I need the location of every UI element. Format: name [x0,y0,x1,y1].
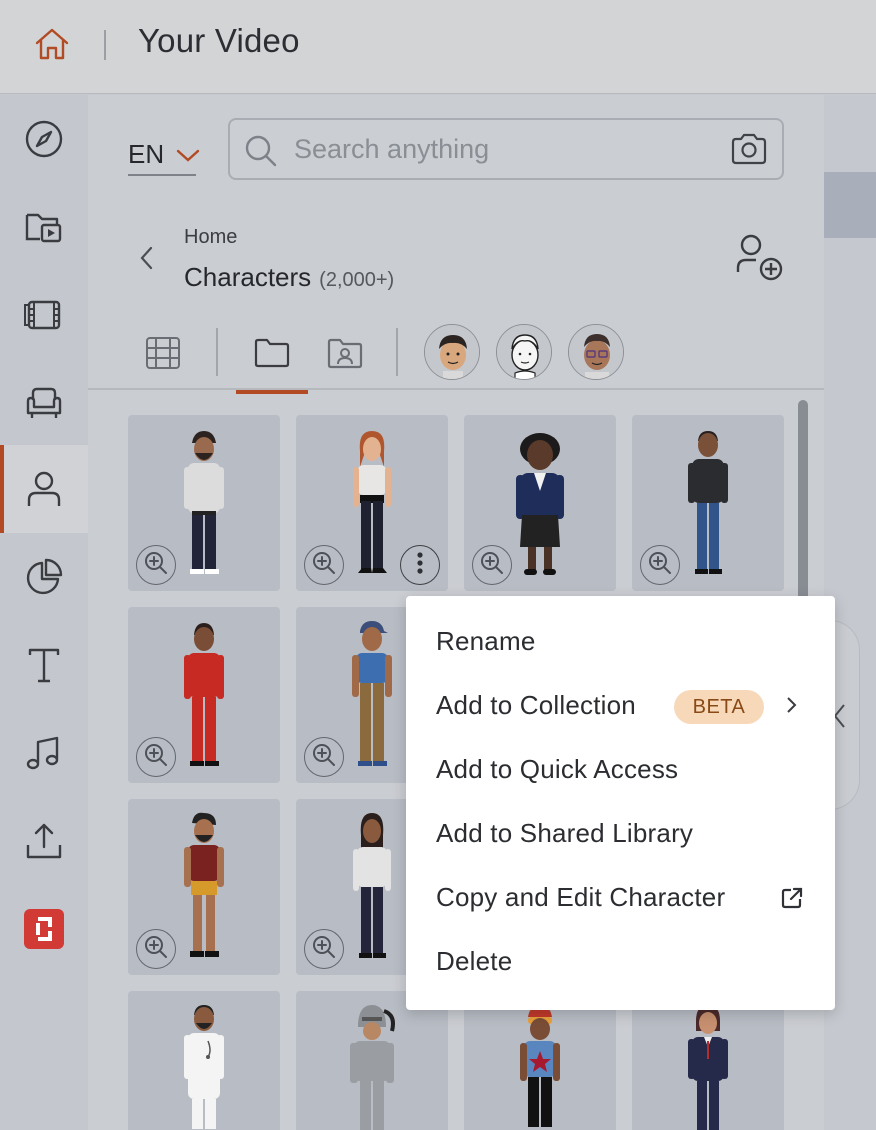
style-avatar-1[interactable] [424,324,480,380]
style-avatar-2[interactable] [496,324,552,380]
folder-video-icon [24,207,64,247]
top-bar: Your Video [0,0,876,94]
language-value: EN [128,138,165,169]
tab-my-characters[interactable] [320,322,370,388]
zoom-in-icon [143,742,169,773]
view-tabs [88,322,824,394]
home-button[interactable] [30,24,74,68]
menu-item-add-to-quick-access[interactable]: Add to Quick Access [436,754,678,785]
header-divider [104,30,106,60]
zoom-button[interactable] [304,929,344,969]
breadcrumb[interactable]: Home [184,226,237,249]
character-card[interactable] [632,991,784,1130]
rail-item-charts[interactable] [0,533,88,621]
folder-icon [254,338,290,373]
zoom-in-icon [143,934,169,965]
rail-item-text[interactable] [0,621,88,709]
panel-scrollbar[interactable] [798,400,808,610]
canvas-strip [824,172,876,238]
grid-view-icon [145,336,181,375]
zoom-button[interactable] [136,737,176,777]
rail-item-upload[interactable] [0,797,88,885]
brand-logo-icon [24,909,64,949]
add-character-button[interactable] [734,232,786,289]
section-title-text: Characters [184,262,312,292]
back-button[interactable] [136,244,158,277]
zoom-button[interactable] [304,737,344,777]
tab-divider [396,328,398,376]
section-title: Characters (2,000+) [184,262,394,293]
menu-item-add-to-collection[interactable]: Add to Collection [436,690,636,721]
character-card[interactable] [296,991,448,1130]
rail-item-characters[interactable] [0,445,88,533]
more-vertical-icon [416,551,424,580]
zoom-in-icon [311,550,337,581]
character-card[interactable] [296,415,448,591]
zoom-button[interactable] [136,929,176,969]
armchair-icon [24,383,64,423]
search-input[interactable]: Search anything [294,134,489,165]
chevron-right-icon [784,694,798,721]
pie-chart-icon [24,557,64,597]
character-thumbnail [350,1005,395,1130]
character-card[interactable] [128,799,280,975]
more-options-button[interactable] [400,545,440,585]
rail-item-media[interactable] [0,183,88,271]
rail-item-props[interactable] [0,359,88,447]
rail-item-explore[interactable] [0,95,88,183]
zoom-in-icon [311,742,337,773]
tab-divider [216,328,218,376]
character-card[interactable] [464,991,616,1130]
home-icon [33,26,71,67]
zoom-button[interactable] [136,545,176,585]
page-title: Your Video [138,22,300,59]
text-icon [24,645,64,685]
left-rail [0,95,88,1130]
rail-item-scenes[interactable] [0,271,88,359]
character-thumbnail [688,1005,728,1130]
character-card[interactable] [128,991,280,1130]
menu-item-rename[interactable]: Rename [436,626,535,657]
character-context-menu: Rename Add to Collection BETA Add to Qui… [406,596,835,1010]
zoom-in-icon [479,550,505,581]
zoom-in-icon [647,550,673,581]
beta-badge: BETA [674,690,764,724]
search-icon [244,134,278,173]
add-person-icon [734,234,786,288]
character-thumbnail [184,1005,224,1129]
menu-item-add-to-shared-library[interactable]: Add to Shared Library [436,818,693,849]
rail-item-audio[interactable] [0,709,88,797]
character-card[interactable] [464,415,616,591]
character-card[interactable] [632,415,784,591]
chevron-down-icon [176,139,200,170]
external-link-icon [780,886,804,915]
tab-folders[interactable] [236,322,308,394]
music-icon [24,733,64,773]
upload-icon [24,821,64,861]
search-box[interactable]: Search anything [228,118,784,180]
style-avatar-3[interactable] [568,324,624,380]
zoom-in-icon [143,550,169,581]
item-count: (2,000+) [319,269,395,291]
character-card[interactable] [128,415,280,591]
zoom-in-icon [311,934,337,965]
app-window: Your Video EN Search anything Home Chara… [0,0,876,1130]
person-icon [24,469,64,509]
zoom-button[interactable] [472,545,512,585]
character-thumbnail [520,1005,560,1127]
zoom-button[interactable] [640,545,680,585]
menu-item-delete[interactable]: Delete [436,946,512,977]
tab-grid[interactable] [138,322,188,388]
camera-icon[interactable] [730,132,768,171]
menu-item-copy-and-edit[interactable]: Copy and Edit Character [436,882,725,913]
character-card[interactable] [128,607,280,783]
compass-icon [24,119,64,159]
language-select[interactable]: EN [128,134,200,176]
rail-item-brand[interactable] [0,885,88,973]
contact-folder-icon [327,337,363,374]
zoom-button[interactable] [304,545,344,585]
film-icon [24,295,64,335]
